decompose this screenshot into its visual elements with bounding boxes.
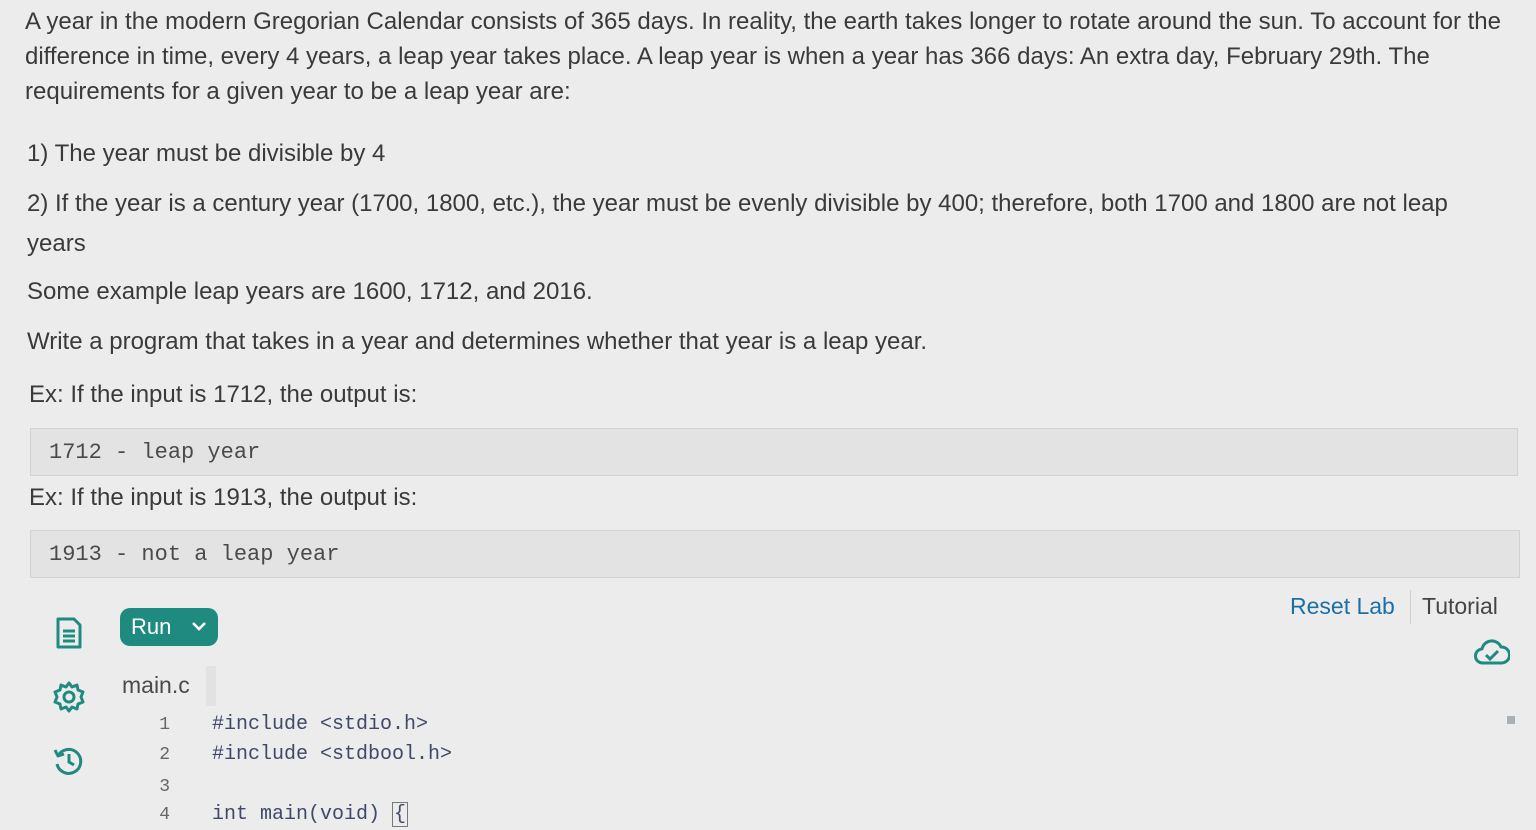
code-text-main: int main(void) [212,803,393,826]
settings-icon[interactable] [52,680,86,714]
line-number: 2 [159,745,170,765]
line-number: 4 [159,805,170,825]
file-tab[interactable]: main.c [122,670,190,700]
code-text: #include <stdio.h> [212,713,429,736]
code-text: #include <stdbool.h> [212,743,453,766]
example-2-label: Ex: If the input is 1913, the output is: [29,484,418,511]
tutorial-link[interactable]: Tutorial [1422,591,1498,621]
history-icon[interactable] [52,744,86,778]
line-number: 3 [159,777,170,797]
run-button-label: Run [131,614,172,639]
cursor-brace: { [392,802,409,827]
example-1-output: 1712 - leap year [30,428,1518,476]
cloud-save-icon[interactable] [1474,638,1510,668]
intro-paragraph: A year in the modern Gregorian Calendar … [25,8,1501,105]
requirement-1: 1) The year must be divisible by 4 [27,140,386,167]
code-editor[interactable]: 1 #include <stdio.h> 2 #include <stdbool… [140,706,1520,829]
chevron-down-icon[interactable] [190,617,208,635]
example-2-output: 1913 - not a leap year [30,530,1520,578]
file-icon[interactable] [52,616,86,650]
code-text: int main(void) { [212,800,409,830]
reset-lab-link[interactable]: Reset Lab [1290,591,1395,621]
run-button[interactable]: Run [120,608,218,646]
requirement-2: 2) If the year is a century year (1700, … [27,190,1448,257]
toolbar-divider [1410,590,1411,624]
examples-paragraph: Some example leap years are 1600, 1712, … [27,278,593,305]
minimap-marker [1507,716,1515,724]
file-tab-divider [206,666,216,706]
task-paragraph: Write a program that takes in a year and… [27,328,928,355]
line-number: 1 [159,715,170,735]
example-1-label: Ex: If the input is 1712, the output is: [29,381,418,408]
